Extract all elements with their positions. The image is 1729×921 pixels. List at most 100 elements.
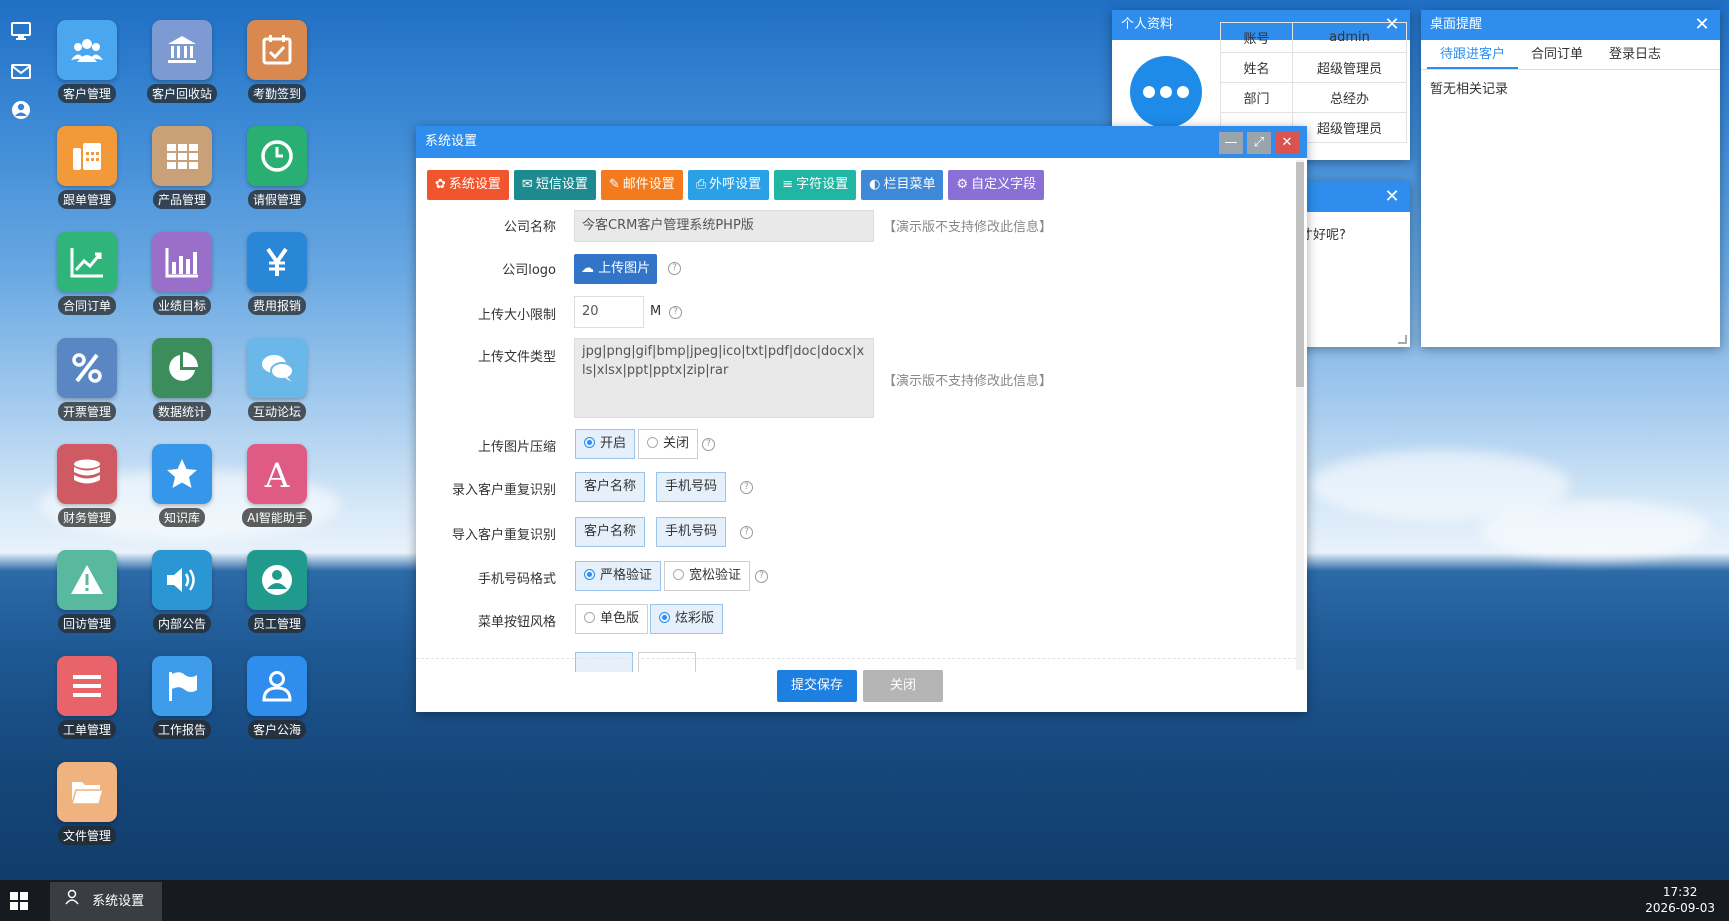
loose-validation-radio[interactable]: 宽松验证 bbox=[664, 561, 751, 591]
close-icon[interactable]: ✕ bbox=[1382, 187, 1402, 207]
compress-label: 上传图片压缩 bbox=[477, 440, 556, 455]
tab-follow-up[interactable]: 待跟进客户 bbox=[1427, 40, 1519, 69]
calendar-check-icon bbox=[247, 20, 307, 80]
help-icon[interactable]: ? bbox=[669, 306, 682, 319]
upload-size-field[interactable]: 20 bbox=[574, 296, 644, 328]
desktop-shortcut[interactable]: 产品管理 bbox=[142, 126, 222, 222]
help-icon[interactable]: ? bbox=[668, 262, 681, 275]
desktop-shortcut[interactable]: 客户公海 bbox=[237, 656, 317, 752]
profile-row: 账号 admin bbox=[1220, 22, 1407, 53]
desktop-shortcut-label: 业绩目标 bbox=[152, 296, 211, 315]
desktop-shortcut-label: 回访管理 bbox=[57, 614, 116, 633]
user-circle-icon[interactable] bbox=[10, 99, 32, 121]
desktop-shortcut[interactable]: 客户回收站 bbox=[142, 20, 222, 116]
radio-dot bbox=[584, 612, 595, 623]
footer-divider bbox=[416, 658, 1296, 659]
desktop-shortcut[interactable]: A AI智能助手 bbox=[237, 444, 317, 540]
help-icon[interactable]: ? bbox=[702, 438, 715, 451]
settings-tab-6[interactable]: ⚙ 自定义字段 bbox=[948, 170, 1045, 200]
profile-row: 姓名 超级管理员 bbox=[1220, 52, 1407, 83]
printer-icon: ⎙ bbox=[695, 177, 707, 192]
desktop-shortcut[interactable]: 工单管理 bbox=[47, 656, 127, 752]
strict-validation-radio[interactable]: 严格验证 bbox=[575, 561, 662, 591]
settings-tab-1[interactable]: ✉ 短信设置 bbox=[513, 170, 596, 200]
desktop-shortcut[interactable]: 员工管理 bbox=[237, 550, 317, 646]
upload-image-button[interactable]: ☁ 上传图片 bbox=[574, 254, 658, 284]
profile-field-label: 姓名 bbox=[1220, 52, 1293, 83]
mail-icon[interactable] bbox=[10, 60, 32, 82]
dup-import-phone-checkbox[interactable]: 手机号码 bbox=[656, 517, 727, 547]
help-icon[interactable]: ? bbox=[755, 570, 768, 583]
desktop-shortcut[interactable]: 工作报告 bbox=[142, 656, 222, 752]
windows-start-icon[interactable] bbox=[10, 892, 28, 910]
bar-chart-icon bbox=[152, 232, 212, 292]
settings-tab-label: 自定义字段 bbox=[971, 177, 1037, 192]
taskbar-clock[interactable]: 17:32 2026-09-03 bbox=[1645, 884, 1715, 916]
desktop-shortcut[interactable]: 互动论坛 bbox=[237, 338, 317, 434]
help-icon[interactable]: ? bbox=[740, 526, 753, 539]
settings-tab-3[interactable]: ⎙ 外呼设置 bbox=[687, 170, 770, 200]
maximize-icon[interactable]: ⤢ bbox=[1247, 132, 1271, 154]
mono-style-radio[interactable]: 单色版 bbox=[575, 604, 649, 634]
desktop-shortcut[interactable]: 费用报销 bbox=[237, 232, 317, 328]
envelope-icon: ✉ bbox=[521, 177, 533, 192]
scrollbar-thumb[interactable] bbox=[1296, 162, 1304, 387]
settings-toolbar: ✿ 系统设置 ✉ 短信设置 ✎ 邮件设置 ⎙ 外呼设置 ≡ 字符设置 ◐ 栏目菜单 ⚙ 自定义字段 bbox=[427, 170, 1045, 200]
desktop-shortcut[interactable]: 客户管理 bbox=[47, 20, 127, 116]
settings-tab-4[interactable]: ≡ 字符设置 bbox=[774, 170, 857, 200]
close-icon[interactable]: ✕ bbox=[1692, 15, 1712, 35]
compress-off-radio[interactable]: 关闭 bbox=[638, 429, 699, 459]
dup-import-name-checkbox[interactable]: 客户名称 bbox=[575, 517, 646, 547]
dup-entry-name-checkbox[interactable]: 客户名称 bbox=[575, 472, 646, 502]
help-icon[interactable]: ? bbox=[740, 481, 753, 494]
desktop-shortcut-label: 客户回收站 bbox=[146, 84, 217, 103]
close-icon[interactable]: ✕ bbox=[1275, 132, 1299, 154]
edit-icon: ✎ bbox=[608, 177, 620, 192]
desktop-shortcut[interactable]: 文件管理 bbox=[47, 762, 127, 858]
note-window-header[interactable]: ✕ bbox=[1300, 182, 1410, 212]
left-rail bbox=[0, 0, 40, 880]
clock-date: 2026-09-03 bbox=[1645, 901, 1715, 915]
settings-tab-label: 邮件设置 bbox=[622, 177, 675, 192]
close-button[interactable]: 关闭 bbox=[863, 670, 943, 702]
desktop-shortcut[interactable]: 内部公告 bbox=[142, 550, 222, 646]
desktop-shortcut[interactable]: 业绩目标 bbox=[142, 232, 222, 328]
file-types-textarea[interactable]: jpg|png|gif|bmp|jpeg|ico|txt|pdf|doc|doc… bbox=[574, 338, 874, 418]
compress-on-radio[interactable]: 开启 bbox=[575, 429, 636, 459]
tab-contract-orders[interactable]: 合同订单 bbox=[1518, 40, 1596, 69]
desktop-shortcut-label: 合同订单 bbox=[57, 296, 116, 315]
desktop-shortcut[interactable]: 回访管理 bbox=[47, 550, 127, 646]
next-option-radio-2[interactable] bbox=[638, 652, 696, 672]
profile-field-value: 超级管理员 bbox=[1292, 52, 1407, 83]
desktop-shortcut[interactable]: 跟单管理 bbox=[47, 126, 127, 222]
desktop-icon[interactable] bbox=[10, 20, 32, 42]
scrollbar[interactable] bbox=[1296, 160, 1304, 670]
desktop-shortcut[interactable]: 数据统计 bbox=[142, 338, 222, 434]
taskbar-app-settings[interactable]: 系统设置 bbox=[50, 882, 162, 921]
desktop-shortcut[interactable]: 知识库 bbox=[142, 444, 222, 540]
settings-form: 公司名称 今客CRM客户管理系统PHP版 【演示版不支持修改此信息】 公司log… bbox=[416, 210, 1296, 672]
resize-handle[interactable] bbox=[1398, 335, 1407, 344]
dup-entry-phone-checkbox[interactable]: 手机号码 bbox=[656, 472, 727, 502]
desktop-shortcut[interactable]: 合同订单 bbox=[47, 232, 127, 328]
colorful-style-radio[interactable]: 炫彩版 bbox=[650, 604, 724, 634]
settings-tab-2[interactable]: ✎ 邮件设置 bbox=[600, 170, 683, 200]
avatar bbox=[1130, 56, 1202, 128]
minimize-icon[interactable]: — bbox=[1219, 132, 1243, 154]
submit-save-button[interactable]: 提交保存 bbox=[777, 670, 857, 702]
company-name-field[interactable]: 今客CRM客户管理系统PHP版 bbox=[574, 210, 874, 242]
settings-tab-label: 外呼设置 bbox=[709, 177, 762, 192]
settings-tab-5[interactable]: ◐ 栏目菜单 bbox=[861, 170, 944, 200]
desktop-shortcut[interactable]: 财务管理 bbox=[47, 444, 127, 540]
settings-window-header[interactable]: 系统设置 — ⤢ ✕ bbox=[416, 126, 1307, 158]
star-icon bbox=[152, 444, 212, 504]
reminder-window-header[interactable]: 桌面提醒 ✕ bbox=[1421, 10, 1720, 40]
desktop-shortcut[interactable]: 开票管理 bbox=[47, 338, 127, 434]
cogs-icon: ⚙ bbox=[956, 177, 969, 192]
settings-tab-0[interactable]: ✿ 系统设置 bbox=[427, 170, 509, 200]
next-option-radio[interactable] bbox=[575, 652, 633, 672]
tab-login-log[interactable]: 登录日志 bbox=[1596, 40, 1674, 69]
desktop-shortcut[interactable]: 考勤签到 bbox=[237, 20, 317, 116]
profile-field-value: 总经办 bbox=[1292, 82, 1407, 113]
desktop-shortcut[interactable]: 请假管理 bbox=[237, 126, 317, 222]
